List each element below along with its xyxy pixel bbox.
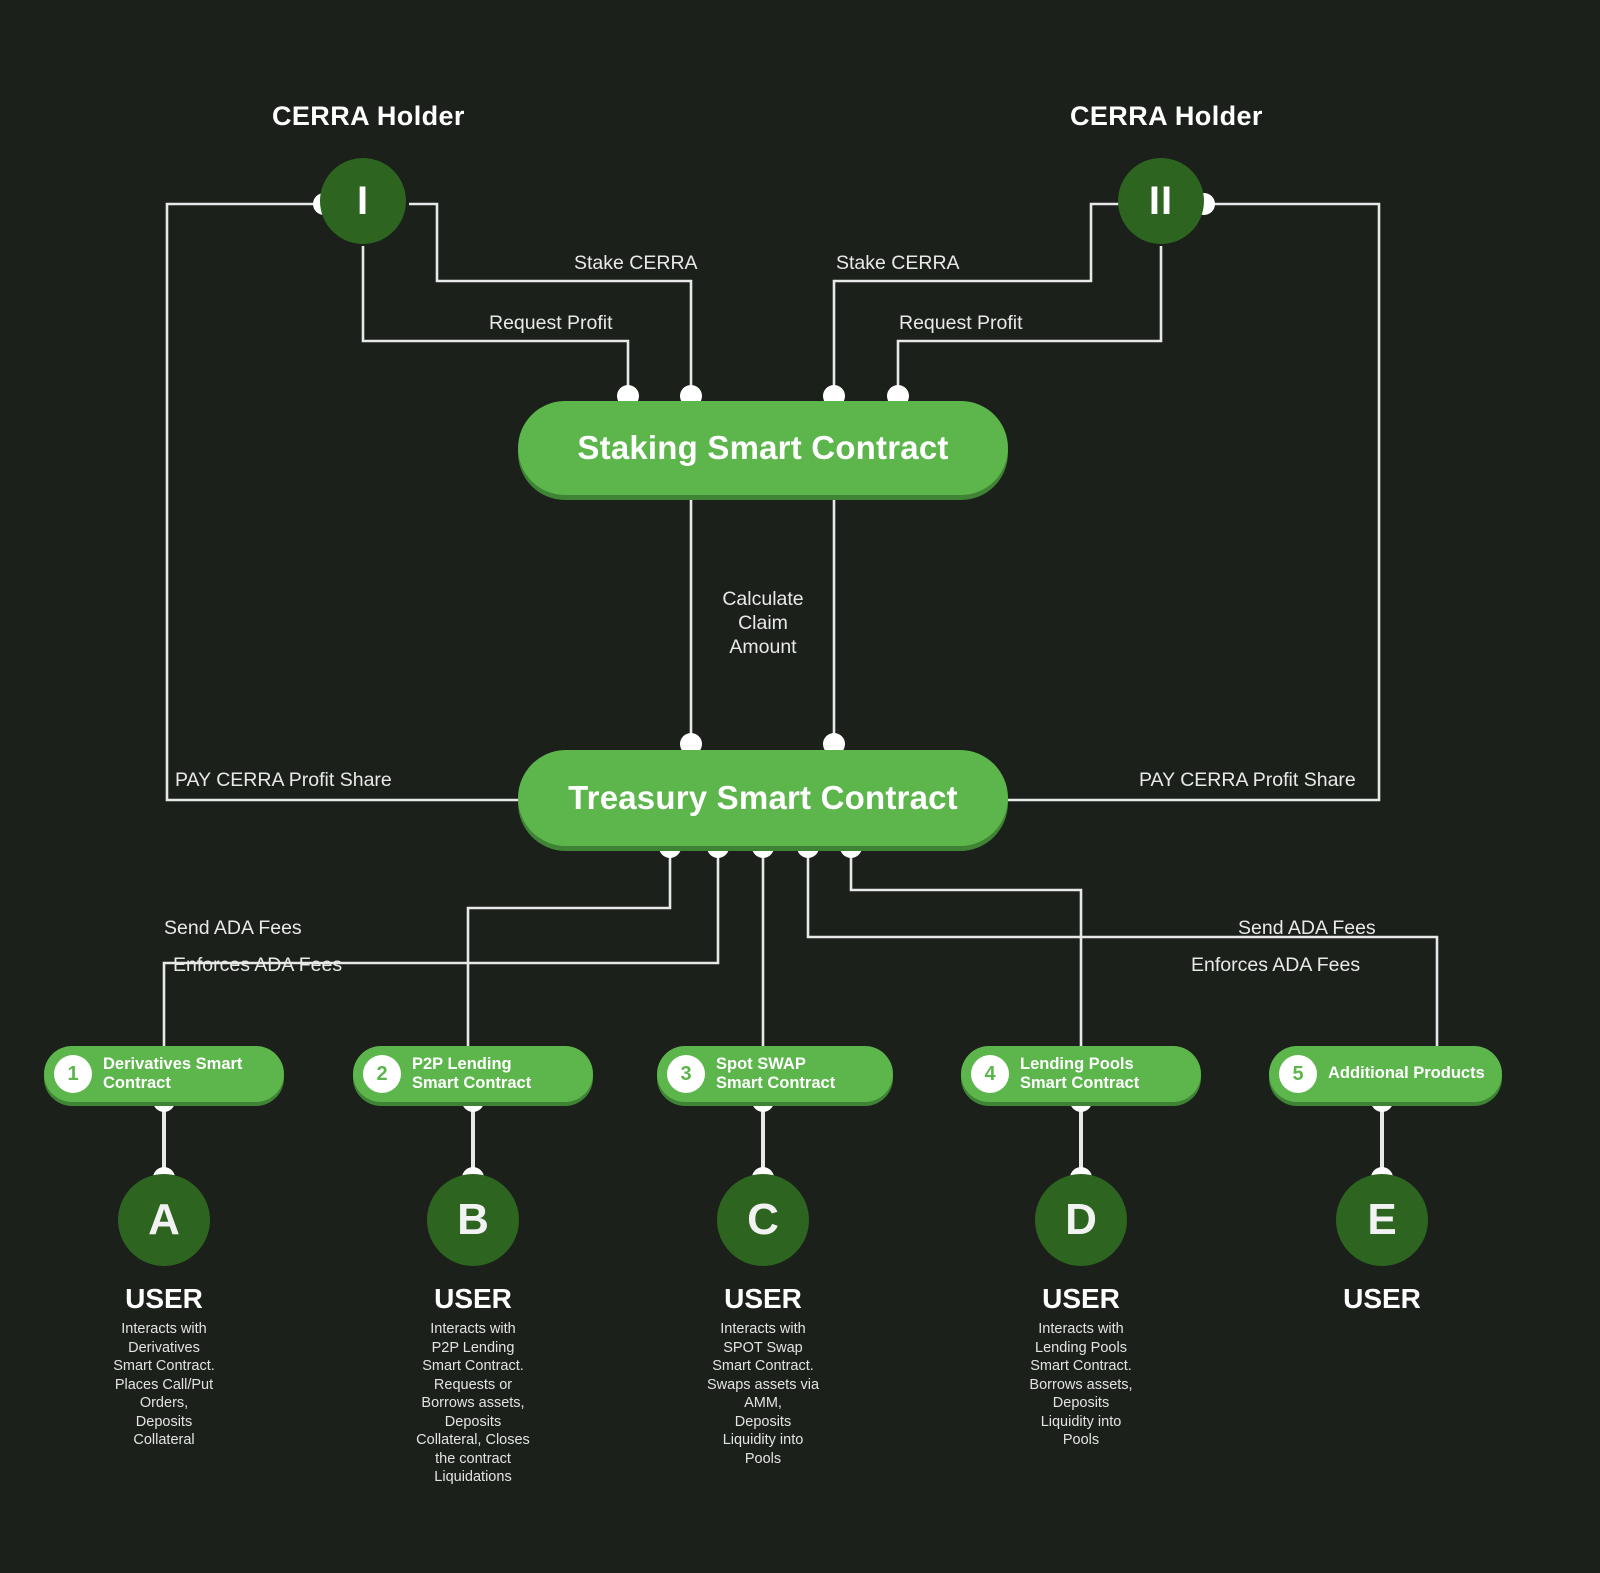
user-label-A: USER <box>125 1283 203 1314</box>
product-label-2: P2P Lending Smart Contract <box>412 1054 532 1092</box>
edge-label-request-profit-left: Request Profit <box>489 312 613 334</box>
user-label-C: USER <box>724 1283 802 1314</box>
edge-label-pay-profit-left: PAY CERRA Profit Share <box>175 769 392 791</box>
user-badge-C[interactable]: C <box>717 1174 809 1266</box>
product-number-1: 1 <box>54 1055 92 1093</box>
product-pill-5[interactable]: 5 Additional Products <box>1269 1046 1502 1102</box>
user-description-C: Interacts with SPOT Swap Smart Contract.… <box>706 1321 820 1467</box>
holder-badge-II[interactable]: II <box>1118 158 1204 244</box>
product-pill-3[interactable]: 3 Spot SWAP Smart Contract <box>657 1046 893 1102</box>
edge-label-pay-profit-right: PAY CERRA Profit Share <box>1139 769 1356 791</box>
product-pill-2[interactable]: 2 P2P Lending Smart Contract <box>353 1046 593 1102</box>
staking-smart-contract-node[interactable]: Staking Smart Contract <box>518 401 1008 495</box>
edge-label-stake-cerra-right: Stake CERRA <box>836 252 960 274</box>
product-label-5: Additional Products <box>1328 1064 1485 1083</box>
edge-label-enforces-ada-fees-left: Enforces ADA Fees <box>173 954 343 976</box>
user-description-D: Interacts with Lending Pools Smart Contr… <box>1029 1321 1133 1449</box>
holder-title-right: CERRA Holder <box>1070 101 1263 131</box>
product-number-3: 3 <box>667 1055 705 1093</box>
user-label-B: USER <box>434 1283 512 1314</box>
treasury-smart-contract-node[interactable]: Treasury Smart Contract <box>518 750 1008 846</box>
user-label-E: USER <box>1343 1283 1421 1314</box>
holder-title-left: CERRA Holder <box>272 101 465 131</box>
user-description-B: Interacts with P2P Lending Smart Contrac… <box>416 1321 530 1486</box>
product-number-4: 4 <box>971 1055 1009 1093</box>
user-badge-B[interactable]: B <box>427 1174 519 1266</box>
product-label-1: Derivatives Smart Contract <box>103 1054 243 1092</box>
product-number-5: 5 <box>1279 1055 1317 1093</box>
edge-label-send-ada-fees-left: Send ADA Fees <box>164 917 302 939</box>
edge-label-stake-cerra-left: Stake CERRA <box>574 252 698 274</box>
holder-badge-I[interactable]: I <box>320 158 406 244</box>
edge-label-request-profit-right: Request Profit <box>899 312 1023 334</box>
user-label-D: USER <box>1042 1283 1120 1314</box>
user-badge-A[interactable]: A <box>118 1174 210 1266</box>
diagram-canvas: CERRA Holder CERRA Holder I II Stake CER… <box>0 0 1600 1573</box>
product-pill-1[interactable]: 1 Derivatives Smart Contract <box>44 1046 284 1102</box>
edge-label-calculate-claim-amount: Calculate Claim Amount <box>722 588 804 658</box>
user-badge-E[interactable]: E <box>1336 1174 1428 1266</box>
user-badge-D[interactable]: D <box>1035 1174 1127 1266</box>
product-pill-4[interactable]: 4 Lending Pools Smart Contract <box>961 1046 1201 1102</box>
product-label-3: Spot SWAP Smart Contract <box>716 1054 836 1092</box>
product-label-4: Lending Pools Smart Contract <box>1020 1054 1140 1092</box>
product-number-2: 2 <box>363 1055 401 1093</box>
edge-label-enforces-ada-fees-right: Enforces ADA Fees <box>1191 954 1361 976</box>
user-description-A: Interacts with Derivatives Smart Contrac… <box>113 1321 215 1449</box>
edge-label-send-ada-fees-right: Send ADA Fees <box>1238 917 1376 939</box>
